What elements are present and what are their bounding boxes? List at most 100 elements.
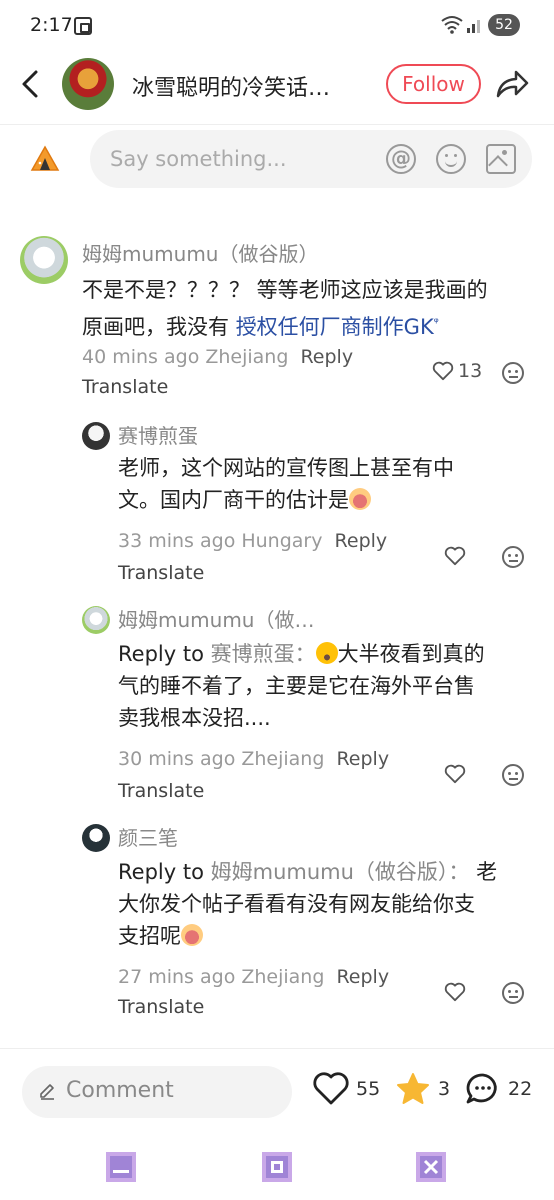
like-button[interactable]: 13 — [432, 360, 482, 382]
share-icon[interactable] — [494, 68, 530, 100]
comment-line: 卖我根本没招.... — [118, 706, 271, 730]
like-post-button[interactable]: 55 — [312, 1071, 380, 1107]
frowning-emoji-icon — [315, 642, 338, 664]
reply-to-label: Reply to — [118, 642, 204, 666]
keyword-link-text: 授权任何厂商制作GK — [235, 315, 434, 339]
comment-placeholder: Comment — [66, 1078, 174, 1103]
say-something-placeholder: Say something... — [110, 147, 287, 171]
comment-text: 老师，这个网站的宣传图上甚至有中 文。国内厂商干的估计是 — [118, 452, 528, 516]
author-avatar[interactable] — [62, 58, 114, 110]
comment-line-text: 支招呢 — [118, 924, 181, 948]
comment-input[interactable]: Comment — [22, 1066, 292, 1118]
translate-button[interactable]: Translate — [118, 780, 204, 802]
reply-button[interactable]: Reply — [336, 748, 389, 770]
dislike-icon[interactable] — [502, 546, 524, 568]
comment-line: Reply to 姆姆mumumu（做谷版）： 老 — [118, 856, 534, 888]
comment: 姆姆mumumu（做谷版） 不是不是？？？？ 等等老师这应该是我画的 原画吧，我… — [0, 230, 554, 410]
comment-line: 气的睡不着了，主要是它在海外平台售 — [118, 674, 475, 698]
like-button[interactable] — [444, 764, 466, 784]
comment-line-prefix: 原画吧，我没有 — [82, 315, 236, 339]
comment-count: 22 — [508, 1078, 533, 1100]
like-button[interactable] — [444, 982, 466, 1002]
heart-icon — [444, 764, 466, 784]
time-location: 33 mins ago Hungary — [118, 530, 323, 552]
comment-line: 支招呢 — [118, 920, 534, 952]
signal-icon — [467, 20, 480, 33]
reply-to-target[interactable]: 赛博煎蛋： — [211, 642, 316, 666]
commenter-avatar[interactable] — [82, 824, 110, 852]
comment: 赛博煎蛋 老师，这个网站的宣传图上甚至有中 文。国内厂商干的估计是 33 min… — [0, 418, 554, 594]
time-location: 27 mins ago Zhejiang — [118, 966, 325, 988]
star-icon — [397, 1073, 429, 1104]
heart-icon — [444, 982, 466, 1002]
wifi-icon — [441, 16, 463, 34]
reply-to-label: Reply to — [118, 860, 204, 884]
like-button[interactable] — [444, 546, 466, 566]
heart-icon — [444, 546, 466, 566]
commenter-name[interactable]: 赛博煎蛋 — [118, 420, 198, 449]
comment-meta: 27 mins ago Zhejiang Reply — [118, 966, 389, 988]
commenter-name[interactable]: 姆姆mumumu（做谷版） — [82, 238, 318, 267]
comment-line: 老师，这个网站的宣传图上甚至有中 — [118, 456, 454, 480]
collect-button[interactable]: 3 — [394, 1071, 450, 1107]
comment-bubble-icon — [466, 1073, 497, 1104]
comment-text: Reply to 姆姆mumumu（做谷版）： 老 大你发个帖子看看有没有网友能… — [118, 856, 534, 952]
system-nav-bar — [0, 1138, 554, 1200]
comment-line: 不是不是？？？？ 等等老师这应该是我画的 — [82, 278, 488, 302]
commenter-avatar[interactable] — [20, 236, 68, 284]
commenter-avatar[interactable] — [82, 606, 110, 634]
home-nav-icon[interactable] — [260, 1150, 294, 1184]
say-something-input[interactable]: Say something... @ — [90, 130, 532, 188]
commenter-name[interactable]: 颜三笔 — [118, 822, 178, 851]
dislike-icon[interactable] — [502, 764, 524, 786]
reply-button[interactable]: Reply — [335, 530, 388, 552]
translate-button[interactable]: Translate — [118, 996, 204, 1018]
say-something-bar: Say something... @ — [0, 130, 554, 190]
back-nav-icon[interactable] — [414, 1150, 448, 1184]
emoji-icon[interactable] — [436, 144, 466, 174]
reply-button[interactable]: Reply — [300, 346, 353, 368]
translate-button[interactable]: Translate — [82, 376, 168, 398]
like-count: 13 — [458, 360, 483, 382]
heart-icon — [313, 1072, 349, 1105]
star-count: 3 — [438, 1078, 451, 1100]
comment-meta: 40 mins ago Zhejiang Reply — [82, 346, 353, 368]
comment-line-text: 老 — [476, 860, 498, 884]
screenshot-icon — [74, 17, 92, 35]
comment: 姆姆mumumu（做… Reply to 赛博煎蛋： 大半夜看到真的 气的睡不着了… — [0, 602, 554, 812]
dislike-icon[interactable] — [502, 362, 524, 384]
author-name[interactable]: 冰雪聪明的冷笑话… — [132, 70, 372, 102]
commenter-avatar[interactable] — [82, 422, 110, 450]
follow-button[interactable]: Follow — [386, 64, 481, 104]
commenter-name[interactable]: 姆姆mumumu（做… — [118, 604, 314, 633]
crying-emoji-icon — [349, 488, 371, 510]
heart-icon — [432, 361, 454, 381]
time-location: 30 mins ago Zhejiang — [118, 748, 325, 770]
translate-button[interactable]: Translate — [118, 562, 204, 584]
comment-line-text: 文。国内厂商干的估计是 — [118, 488, 349, 512]
crying-emoji-icon — [181, 924, 203, 946]
comment-line: 原画吧，我没有 授权任何厂商制作GKᵠ — [82, 306, 522, 343]
header-divider — [0, 124, 554, 125]
mention-icon[interactable]: @ — [386, 144, 416, 174]
comment-meta: 33 mins ago Hungary Reply — [118, 530, 387, 552]
reply-to-target[interactable]: 姆姆mumumu（做谷版）： — [211, 860, 470, 884]
time-location: 40 mins ago Zhejiang — [82, 346, 289, 368]
dislike-icon[interactable] — [502, 982, 524, 1004]
battery-indicator: 52 — [488, 14, 520, 36]
comment-line: 文。国内厂商干的估计是 — [118, 484, 528, 516]
comment-line: 大你发个帖子看看有没有网友能给你支 — [118, 892, 475, 916]
comments-button[interactable]: 22 — [464, 1071, 532, 1107]
keyword-link[interactable]: 授权任何厂商制作GKᵠ — [236, 315, 439, 339]
like-count: 55 — [356, 1078, 381, 1100]
comment-text: 不是不是？？？？ 等等老师这应该是我画的 原画吧，我没有 授权任何厂商制作GKᵠ — [82, 274, 522, 343]
bottom-action-bar: Comment 55 3 22 — [0, 1048, 554, 1138]
search-icon: ᵠ — [433, 315, 439, 329]
image-icon[interactable] — [486, 144, 516, 174]
back-arrow-icon[interactable] — [16, 68, 44, 100]
comment-meta: 30 mins ago Zhejiang Reply — [118, 748, 389, 770]
reply-button[interactable]: Reply — [336, 966, 389, 988]
comment: 颜三笔 Reply to 姆姆mumumu（做谷版）： 老 大你发个帖子看看有没… — [0, 820, 554, 1030]
menu-nav-icon[interactable] — [104, 1150, 138, 1184]
comment-text: Reply to 赛博煎蛋： 大半夜看到真的 气的睡不着了，主要是它在海外平台售 … — [118, 638, 528, 734]
